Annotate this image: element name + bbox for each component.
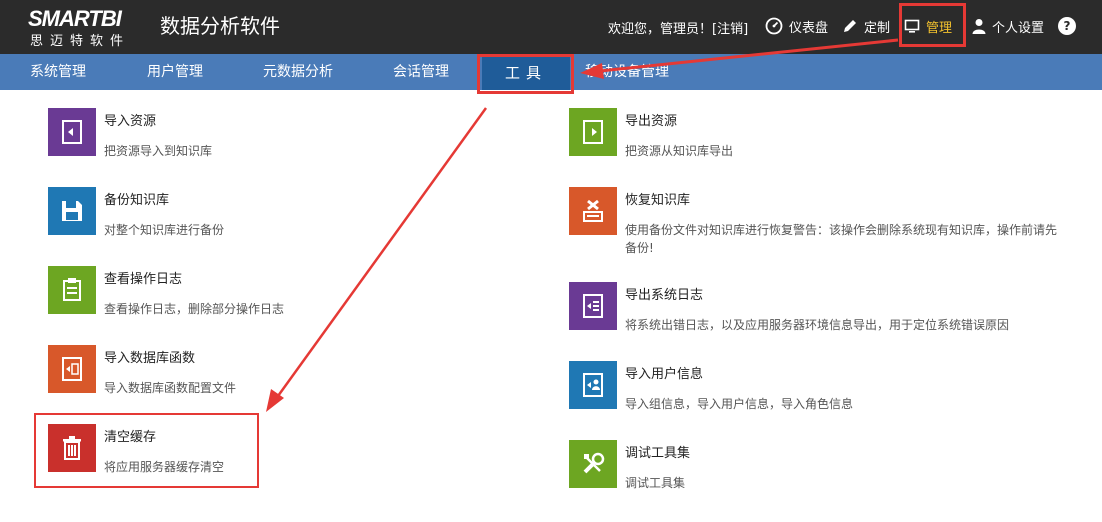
highlight-box-tools — [477, 54, 574, 94]
user-book-icon — [569, 361, 617, 409]
tool-view-operation-log[interactable]: 查看操作日志 查看操作日志，删除部分操作日志 — [48, 266, 518, 326]
welcome-label: 欢迎您，管理员！[ — [608, 22, 718, 37]
tool-desc: 导入数据库函数配置文件 — [104, 381, 237, 395]
floppy-disk-icon — [48, 187, 96, 235]
tool-import-user-info[interactable]: 导入用户信息 导入组信息，导入用户信息，导入角色信息 — [569, 361, 1039, 421]
logo-subtitle: 思迈特软件 — [30, 34, 131, 49]
tool-import-resource[interactable]: 导入资源 把资源导入到知识库 — [48, 108, 518, 168]
tool-desc: 将系统出错日志，以及应用服务器环境信息导出，用于定位系统错误原因 — [625, 318, 1010, 332]
tool-title: 调试工具集 — [625, 446, 691, 461]
log-book-icon — [569, 282, 617, 330]
tool-title: 导入用户信息 — [625, 367, 704, 382]
menu-system-management[interactable]: 系统管理 — [30, 54, 86, 90]
nav-dashboard-label: 仪表盘 — [789, 20, 829, 36]
tool-title: 备份知识库 — [104, 193, 170, 208]
tool-export-system-log[interactable]: 导出系统日志 将系统出错日志，以及应用服务器环境信息导出，用于定位系统错误原因 — [569, 282, 1039, 342]
tool-import-db-functions[interactable]: 导入数据库函数 导入数据库函数配置文件 — [48, 345, 518, 405]
tool-desc: 对整个知识库进行备份 — [104, 223, 225, 237]
tool-desc: 使用备份文件对知识库进行恢复警告：该操作会删除系统现有知识库，操作前请先备份! — [625, 223, 1058, 255]
tool-desc: 把资源导入到知识库 — [104, 144, 213, 158]
highlight-box-manage — [899, 3, 966, 47]
tool-title: 导出资源 — [625, 114, 678, 129]
welcome-text: 欢迎您，管理员！[注销] — [608, 18, 748, 37]
menu-session-management[interactable]: 会话管理 — [393, 54, 449, 90]
nav-customize-label: 定制 — [864, 20, 891, 36]
menu-user-management[interactable]: 用户管理 — [147, 54, 203, 90]
tool-restore-repository[interactable]: 恢复知识库 使用备份文件对知识库进行恢复警告：该操作会删除系统现有知识库，操作前… — [569, 187, 1057, 255]
nav-dashboard[interactable]: 仪表盘 — [765, 10, 828, 42]
tool-title: 导入数据库函数 — [104, 351, 196, 366]
menu-mobile-device-management[interactable]: 移动设备管理 — [585, 54, 669, 90]
nav-customize[interactable]: 定制 — [842, 10, 890, 42]
tool-desc: 查看操作日志，删除部分操作日志 — [104, 302, 285, 316]
tool-title: 查看操作日志 — [104, 272, 183, 287]
function-book-icon — [48, 345, 96, 393]
tool-desc: 导入组信息，导入用户信息，导入角色信息 — [625, 397, 854, 411]
help-icon[interactable]: ? — [1058, 17, 1076, 35]
tool-title: 恢复知识库 — [625, 193, 691, 208]
tool-backup-repository[interactable]: 备份知识库 对整个知识库进行备份 — [48, 187, 518, 247]
tools-icon — [569, 440, 617, 488]
tool-title: 导出系统日志 — [625, 288, 704, 303]
app-title: 数据分析软件 — [160, 14, 280, 38]
tool-desc: 调试工具集 — [625, 476, 686, 490]
menu-metadata-analysis[interactable]: 元数据分析 — [263, 54, 333, 90]
pencil-icon — [844, 20, 856, 32]
app-root: SMARTBI 思迈特软件 数据分析软件 欢迎您，管理员！[注销] 仪表盘 定制 — [0, 0, 1102, 522]
nav-user-settings[interactable]: 个人设置 — [972, 10, 1044, 42]
restore-icon — [569, 187, 617, 235]
export-book-icon — [569, 108, 617, 156]
nav-user-settings-label: 个人设置 — [992, 20, 1045, 36]
tool-desc: 把资源从知识库导出 — [625, 144, 734, 158]
welcome-bracket: ] — [743, 22, 749, 37]
highlight-box-clear-cache — [34, 413, 259, 488]
tool-title: 导入资源 — [104, 114, 157, 129]
gauge-icon — [765, 17, 783, 35]
logo-text: SMARTBI — [28, 6, 122, 31]
user-icon — [972, 19, 986, 34]
tool-export-resource[interactable]: 导出资源 把资源从知识库导出 — [569, 108, 1039, 168]
tool-debug-toolkit[interactable]: 调试工具集 调试工具集 — [569, 440, 1039, 500]
import-book-icon — [48, 108, 96, 156]
logout-link[interactable]: 注销 — [717, 22, 743, 37]
clipboard-icon — [48, 266, 96, 314]
logo[interactable]: SMARTBI 思迈特软件 — [28, 4, 146, 49]
